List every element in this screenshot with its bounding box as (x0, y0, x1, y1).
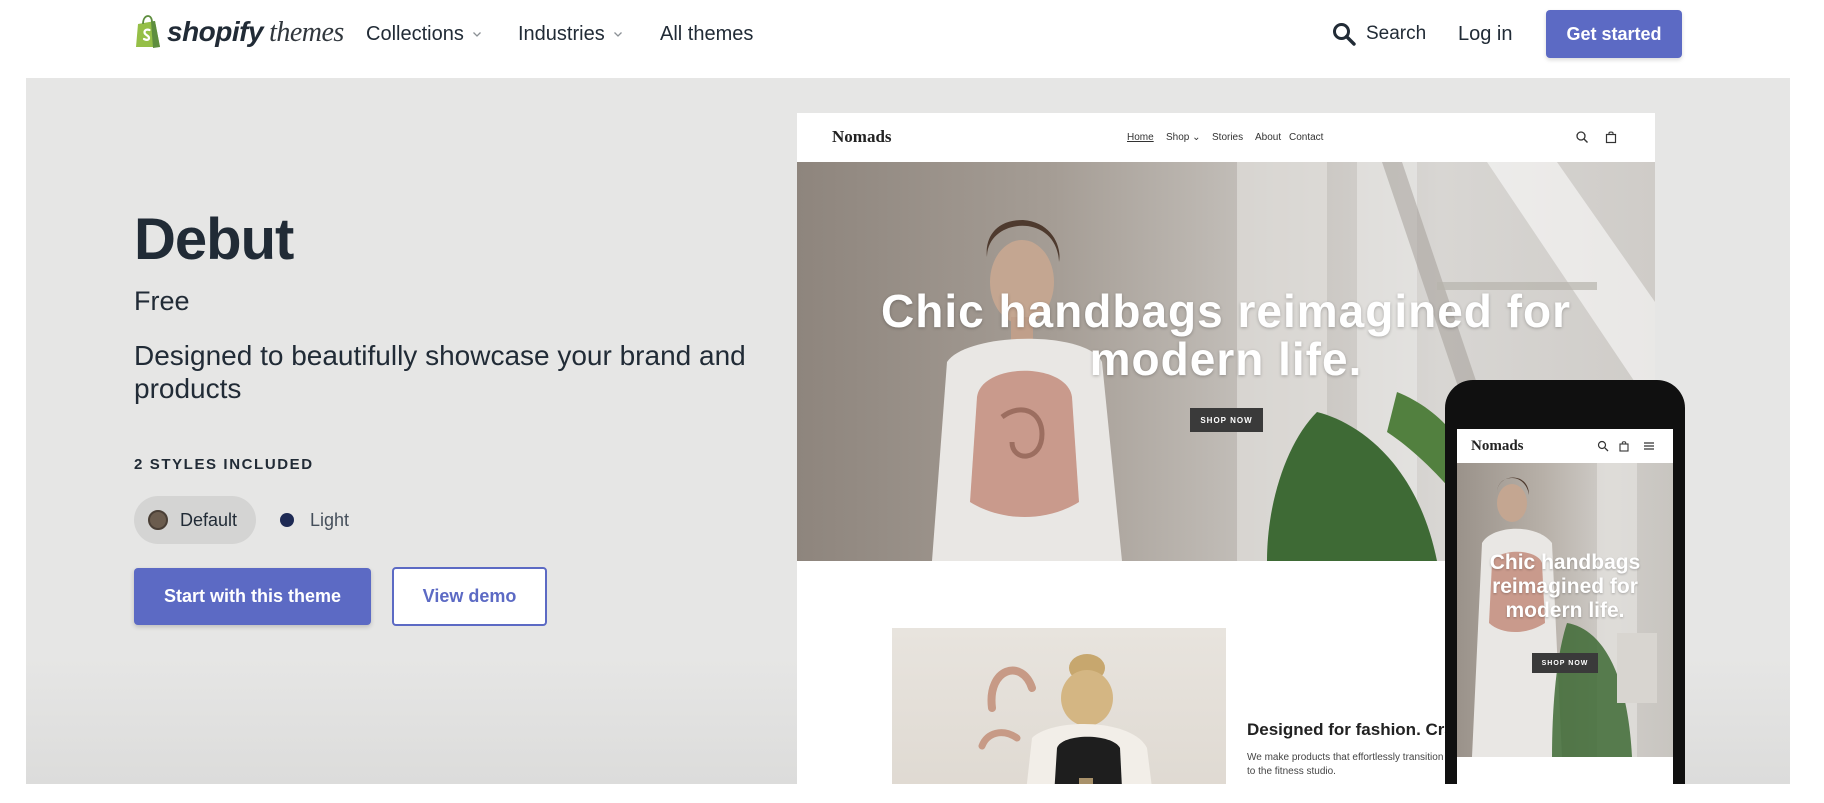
style-option-light[interactable]: Light (270, 496, 349, 544)
preview-nav-shop-label: Shop (1166, 132, 1190, 143)
nav-collections-dropdown[interactable]: Collections (366, 20, 482, 48)
mobile-search-icon (1597, 440, 1609, 452)
preview-hero-heading: Chic handbags reimagined for modern life… (881, 285, 1571, 385)
preview-header: Nomads Home Shop ⌄ Stories About Contact (797, 113, 1655, 162)
preview-brand: Nomads (832, 127, 892, 146)
mobile-preview-brand: Nomads (1471, 438, 1524, 454)
theme-title: Debut (134, 207, 294, 272)
mobile-preview-header: Nomads (1457, 429, 1673, 463)
preview-search-icon (1576, 131, 1588, 143)
mobile-bag-icon (1619, 441, 1629, 452)
style-option-label: Light (310, 509, 350, 530)
mobile-shop-now-button: SHOP NOW (1532, 653, 1598, 673)
theme-tagline: Designed to beautifully showcase your br… (134, 340, 746, 404)
nav-industries-label: Industries (518, 22, 605, 45)
preview-nav-contact: Contact (1289, 132, 1324, 143)
search-icon (1333, 23, 1356, 46)
style-option-label: Default (180, 509, 238, 530)
theme-price: Free (134, 286, 190, 316)
style-swatch-light (280, 513, 294, 527)
mobile-preview-screen: Nomads Chic handbags reimagined for mode… (1457, 429, 1673, 784)
start-with-theme-button[interactable]: Start with this theme (134, 568, 371, 625)
mobile-menu-icon (1644, 442, 1654, 450)
login-link[interactable]: Log in (1458, 20, 1513, 48)
preview-nav-stories: Stories (1212, 132, 1244, 143)
chevron-down-icon (472, 32, 481, 37)
mobile-preview: Nomads Chic handbags reimagined for mode… (1445, 380, 1685, 784)
chevron-down-icon (613, 32, 622, 37)
preview-nav-about: About (1255, 132, 1282, 143)
styles-included-label: 2 STYLES INCLUDED (134, 456, 314, 473)
preview-nav-shop: Shop ⌄ (1166, 132, 1201, 143)
search-button[interactable]: Search (1332, 18, 1426, 50)
preview-feature-photo (978, 654, 1152, 784)
style-option-default[interactable]: Default (134, 496, 256, 544)
logo-word-shopify: shopify (167, 15, 264, 47)
view-demo-button[interactable]: View demo (392, 567, 547, 626)
preview-feature-image (892, 628, 1226, 784)
logo-word-themes: themes (269, 16, 344, 48)
nav-industries-dropdown[interactable]: Industries (518, 20, 623, 48)
get-started-button[interactable]: Get started (1546, 10, 1682, 58)
style-swatch-default (148, 510, 168, 530)
mobile-preview-hero: Chic handbags reimagined for modern life… (1457, 463, 1673, 757)
preview-nav-home: Home (1127, 132, 1154, 143)
nav-collections-label: Collections (366, 22, 464, 45)
preview-bag-icon (1605, 131, 1617, 144)
top-navigation: shopify themes Collections Industries Al… (0, 0, 1824, 78)
theme-hero: Debut Free Designed to beautifully showc… (26, 78, 1790, 784)
shopify-bag-icon (136, 15, 160, 48)
logo-wordmark: shopify themes (167, 16, 344, 49)
mobile-hero-heading: Chic handbags reimagined for modern life… (1489, 551, 1641, 622)
preview-shop-now-button: SHOP NOW (1190, 408, 1263, 432)
nav-all-themes-link[interactable]: All themes (660, 20, 753, 48)
shopify-themes-logo[interactable]: shopify themes (134, 14, 344, 50)
search-label: Search (1366, 23, 1427, 44)
